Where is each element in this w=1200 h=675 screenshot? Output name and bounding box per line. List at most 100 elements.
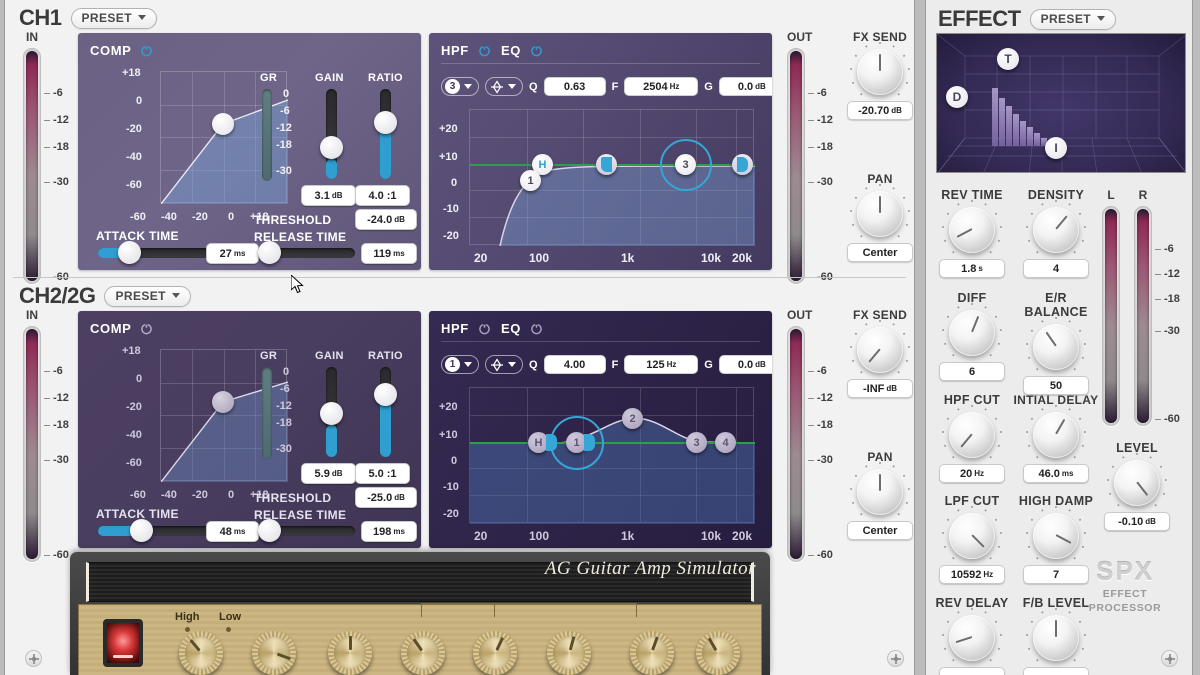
ch2-release-slider-handle[interactable]	[258, 519, 281, 542]
fx-diff-knob[interactable]	[949, 310, 995, 356]
ch1-release-value[interactable]: 119ms	[361, 243, 417, 264]
ch2-gain-slider-handle[interactable]	[320, 402, 343, 425]
effect-preset-button[interactable]: PRESET	[1030, 9, 1116, 30]
ch2-ratio-value[interactable]: 5.0:1	[355, 463, 410, 484]
ch1-attack-slider-handle[interactable]	[118, 241, 141, 264]
ch1-eq-node-4[interactable]	[732, 154, 753, 175]
ch2-pan-knob[interactable]	[857, 469, 903, 515]
ch1-eq-node-2[interactable]	[596, 154, 617, 175]
power-icon[interactable]	[478, 322, 491, 335]
fx-lpf-cut-knob[interactable]	[949, 513, 995, 559]
ch2-release-value[interactable]: 198ms	[361, 521, 417, 542]
ch2-attack-slider[interactable]	[98, 526, 213, 536]
fx-lpf-cut-value[interactable]: 10592Hz	[939, 565, 1005, 584]
fx-initial-delay-knob[interactable]	[1033, 412, 1079, 458]
ch2-attack-value[interactable]: 48ms	[206, 521, 259, 542]
ch2-preset-button[interactable]: PRESET	[104, 286, 190, 307]
amp-bass-knob[interactable]: BASS	[547, 631, 591, 675]
settings-gear-icon[interactable]	[1161, 650, 1178, 667]
ch1-gain-slider-handle[interactable]	[320, 136, 343, 159]
fx-initial-delay-value[interactable]: 46.0ms	[1023, 464, 1089, 483]
amp-voicing-knob[interactable]	[179, 631, 223, 675]
ch1-ratio-slider[interactable]	[380, 89, 391, 179]
fx-level-knob[interactable]	[1114, 460, 1160, 506]
ch1-pan-value[interactable]: Center	[847, 243, 913, 262]
ch1-eq-f-value[interactable]: 2504Hz	[624, 77, 698, 96]
ch1-attack-slider[interactable]	[98, 248, 213, 258]
ch1-comp-threshold-handle[interactable]	[212, 113, 234, 135]
ch2-eq-graph[interactable]: H 1 2 3 4	[469, 387, 754, 523]
fx-rev-delay-value[interactable]	[939, 667, 1005, 675]
fx-density-value[interactable]: 4	[1023, 259, 1089, 278]
ch1-fx-send-value[interactable]: -20.70dB	[847, 101, 913, 120]
ch2-gain-slider[interactable]	[326, 367, 337, 457]
amp-power-led[interactable]	[103, 619, 143, 667]
fx-er-balance-knob[interactable]	[1033, 324, 1079, 370]
amp-middle-knob[interactable]: MIDDLE	[473, 631, 518, 675]
amp-gain-knob[interactable]: GAIN	[252, 631, 296, 675]
ch2-eq-node-3[interactable]: 3	[686, 432, 707, 453]
amp-treble-knob[interactable]: TREBLE	[400, 631, 446, 675]
power-icon[interactable]	[140, 322, 153, 335]
ch2-eq-f-value[interactable]: 125Hz	[624, 355, 698, 374]
power-icon[interactable]	[140, 44, 153, 57]
fx-rev-time-knob[interactable]	[949, 207, 995, 253]
ch2-eq-q-value[interactable]: 4.00	[544, 355, 606, 374]
amp-presence-knob[interactable]: PRESENCE	[620, 631, 684, 675]
ch2-comp-threshold-handle[interactable]	[212, 391, 234, 413]
ch2-gain-value[interactable]: 5.9dB	[301, 463, 356, 484]
ch1-ratio-value[interactable]: 4.0:1	[355, 185, 410, 206]
ch1-release-slider[interactable]	[260, 248, 355, 258]
reverb-node-density[interactable]: D	[946, 86, 968, 108]
reverb-node-initial-delay[interactable]: I	[1045, 137, 1067, 159]
ch2-pan-value[interactable]: Center	[847, 521, 913, 540]
fx-fb-level-knob[interactable]	[1033, 615, 1079, 661]
fx-level-value[interactable]: -0.10dB	[1104, 512, 1170, 531]
ch2-threshold-value[interactable]: -25.0dB	[355, 487, 417, 508]
ch1-release-slider-handle[interactable]	[258, 241, 281, 264]
ch2-eq-band-selector[interactable]: 1	[441, 355, 479, 374]
power-icon[interactable]	[530, 44, 543, 57]
ch1-fx-send-knob[interactable]	[857, 49, 903, 95]
ch1-eq-q-value[interactable]: 0.63	[544, 77, 606, 96]
fx-density-knob[interactable]	[1033, 207, 1079, 253]
ch1-gain-slider[interactable]	[326, 89, 337, 179]
ch2-eq-g-value[interactable]: 0.0dB	[719, 355, 772, 374]
power-icon[interactable]	[478, 44, 491, 57]
ch2-fx-send-value[interactable]: -INFdB	[847, 379, 913, 398]
ch1-eq-band-selector[interactable]: 3	[441, 77, 479, 96]
ch1-pan-knob[interactable]	[857, 191, 903, 237]
ch2-fx-send-knob[interactable]	[857, 327, 903, 373]
fx-fb-level-value[interactable]	[1023, 667, 1089, 675]
ch1-preset-button[interactable]: PRESET	[71, 8, 157, 29]
ch1-eq-graph[interactable]: H 1 3	[469, 109, 754, 245]
reverb-visualizer[interactable]: T D I	[936, 33, 1186, 173]
fx-hpf-cut-value[interactable]: 20Hz	[939, 464, 1005, 483]
ch1-eq-g-value[interactable]: 0.0dB	[719, 77, 772, 96]
fx-high-damp-knob[interactable]	[1033, 513, 1079, 559]
plugin-window: CH1 PRESET IN -6 -12 -18 -30 -60	[0, 0, 1200, 675]
fx-hpf-cut-knob[interactable]	[949, 412, 995, 458]
settings-gear-icon[interactable]	[25, 650, 42, 667]
fx-rev-delay-knob[interactable]	[949, 615, 995, 661]
reverb-node-time[interactable]: T	[997, 48, 1019, 70]
fx-diff-value[interactable]: 6	[939, 362, 1005, 381]
amp-master-knob[interactable]: MASTER	[326, 631, 375, 675]
ch2-release-slider[interactable]	[260, 526, 355, 536]
ch1-threshold-value[interactable]: -24.0dB	[355, 209, 417, 230]
power-icon[interactable]	[530, 322, 543, 335]
ch2-eq-node-2[interactable]: 2	[622, 408, 643, 429]
ch2-ratio-slider[interactable]	[380, 367, 391, 457]
ch2-eq-type-selector[interactable]	[485, 355, 523, 374]
ch1-eq-node-1[interactable]: 1	[520, 170, 541, 191]
settings-gear-icon[interactable]	[887, 650, 904, 667]
ch2-attack-slider-handle[interactable]	[130, 519, 153, 542]
fx-rev-time-value[interactable]: 1.8s	[939, 259, 1005, 278]
ch1-ratio-slider-handle[interactable]	[374, 111, 397, 134]
amp-output-knob[interactable]: OUTPUT	[694, 631, 742, 675]
ch2-ratio-slider-handle[interactable]	[374, 383, 397, 406]
ch1-gain-value[interactable]: 3.1dB	[301, 185, 356, 206]
ch2-eq-node-4[interactable]: 4	[715, 432, 736, 453]
ch1-eq-type-selector[interactable]	[485, 77, 523, 96]
ch1-attack-value[interactable]: 27ms	[206, 243, 259, 264]
